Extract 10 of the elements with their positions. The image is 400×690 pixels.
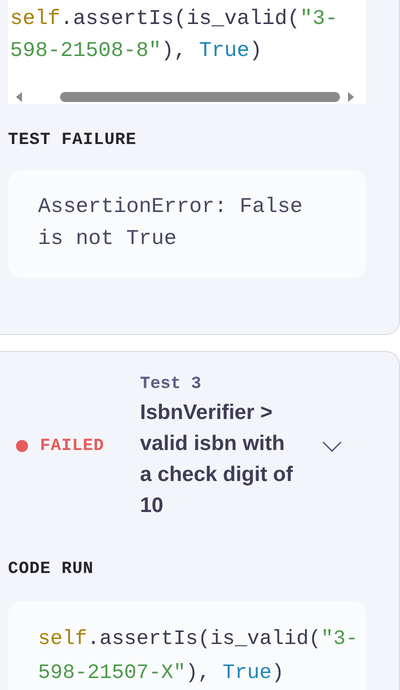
chevron-down-icon[interactable] bbox=[322, 440, 342, 452]
code-block: self.assertIs(is_valid("3-598-21507-X"), True) bbox=[8, 600, 366, 690]
section-heading: TEST FAILURE bbox=[8, 130, 138, 152]
code-block: self.assertIs(is_valid("3-598-21508-8"), True) bbox=[8, 0, 366, 104]
status-label: FAILED bbox=[40, 436, 104, 458]
error-message: AssertionError: False is not True bbox=[8, 170, 366, 278]
test-number: Test 3 bbox=[140, 374, 202, 396]
test-title: IsbnVerifier > valid isbn with a check digit of 10 bbox=[140, 400, 294, 519]
status-dot bbox=[16, 440, 28, 452]
section-heading: CODE RUN bbox=[8, 559, 95, 581]
